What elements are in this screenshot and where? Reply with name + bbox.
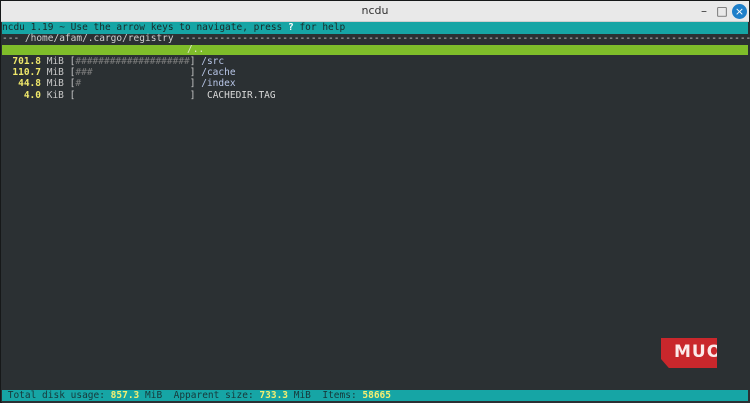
disk-usage-unit: MiB: [139, 390, 174, 401]
current-path-line: --- /home/afam/.cargo/registry ---------…: [2, 33, 750, 45]
directory-name: /index: [201, 78, 236, 90]
list-item[interactable]: 44.8 MiB [# ] /index: [2, 78, 236, 90]
header-text-end: for help: [293, 22, 346, 33]
path-suffix: ----------------------------------------…: [173, 33, 750, 44]
bar-close-bracket: ]: [189, 89, 196, 101]
file-size: 4.0: [23, 89, 41, 101]
list-item[interactable]: 701.8 MiB [####################] /src: [2, 56, 224, 68]
disk-usage-value: 857.3: [110, 390, 140, 401]
header-text: ncdu 1.19 ~ Use the arrow keys to naviga…: [2, 22, 288, 33]
bar-close-bracket: ]: [189, 67, 196, 79]
directory-name: /src: [201, 56, 225, 67]
disk-usage-label: Total disk usage:: [2, 390, 111, 401]
file-size: 44.8: [18, 78, 41, 90]
usage-bar: [75, 90, 189, 101]
muo-logo-text: MUO: [674, 342, 723, 362]
parent-dir-name: /..: [187, 44, 205, 55]
usage-bar: ###: [75, 67, 190, 79]
bar-close-bracket: ]: [189, 56, 196, 67]
bar-close-bracket: ]: [189, 78, 196, 90]
usage-bar: ####################: [75, 56, 190, 67]
directory-name: /cache: [201, 67, 236, 79]
file-name: CACHEDIR.TAG: [206, 89, 276, 101]
items-value: 58665: [362, 390, 391, 401]
status-footer: Total disk usage: 857.3 MiB Apparent siz…: [2, 390, 748, 401]
close-icon[interactable]: ×: [732, 4, 747, 19]
path-prefix: ---: [2, 33, 25, 44]
size-unit: MiB: [46, 67, 64, 79]
items-label: Items:: [322, 390, 363, 401]
size-unit: MiB: [46, 78, 64, 90]
minimize-icon[interactable]: –: [696, 3, 712, 19]
terminal-area[interactable]: ncdu 1.19 ~ Use the arrow keys to naviga…: [2, 22, 750, 403]
list-item[interactable]: 110.7 MiB [### ] /cache: [2, 67, 236, 79]
size-unit: MiB: [46, 56, 64, 67]
apparent-size-label: Apparent size:: [173, 390, 260, 401]
apparent-size-value: 733.3: [259, 390, 289, 401]
selected-row-parent-dir[interactable]: /..: [2, 44, 748, 55]
usage-bar: #: [75, 78, 190, 90]
apparent-size-unit: MiB: [288, 390, 323, 401]
maximize-icon[interactable]: □: [714, 3, 730, 19]
file-size: 110.7: [12, 67, 41, 79]
muo-watermark-logo: MUO: [661, 338, 717, 368]
list-item[interactable]: 4.0 KiB [ ] CACHEDIR.TAG: [2, 90, 276, 102]
terminal-window: ncdu – □ × ncdu 1.19 ~ Use the arrow key…: [0, 0, 750, 403]
current-path: /home/afam/.cargo/registry: [24, 33, 174, 44]
size-unit: KiB: [46, 89, 64, 101]
window-title: ncdu: [361, 4, 389, 17]
file-size: 701.8: [12, 56, 41, 67]
window-titlebar[interactable]: ncdu – □ ×: [1, 1, 749, 22]
